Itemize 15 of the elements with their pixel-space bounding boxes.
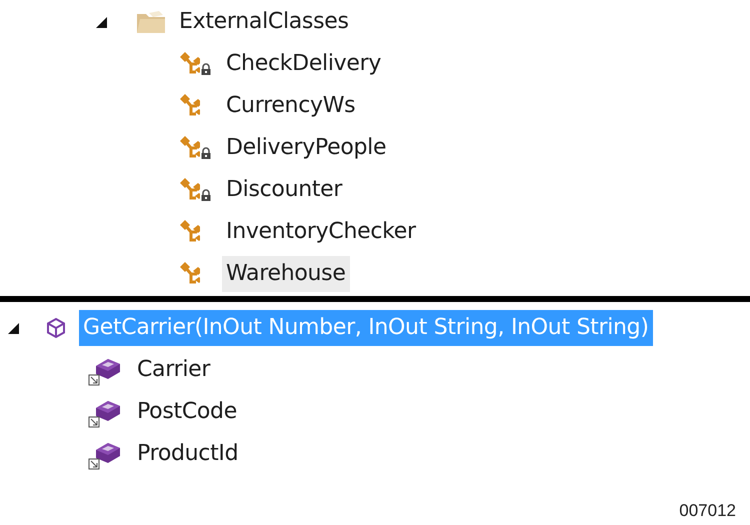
figure-number: 007012 xyxy=(679,501,736,520)
tree-item[interactable]: InventoryChecker xyxy=(222,214,420,250)
expand-arrow-icon[interactable] xyxy=(96,16,107,28)
cube-icon xyxy=(45,317,67,339)
tree-item[interactable]: Warehouse xyxy=(222,256,350,292)
tree-item[interactable]: CheckDelivery xyxy=(222,46,386,82)
tree-item[interactable]: CurrencyWs xyxy=(222,88,360,124)
tree-item[interactable]: Carrier xyxy=(133,352,214,388)
tree-item[interactable]: ExternalClasses xyxy=(175,4,353,40)
tree-item[interactable]: Discounter xyxy=(222,172,346,208)
tree-item[interactable]: PostCode xyxy=(133,394,241,430)
expand-arrow-icon[interactable] xyxy=(8,322,19,334)
tree-item[interactable]: DeliveryPeople xyxy=(222,130,390,166)
folder-icon xyxy=(135,9,167,35)
tree-item[interactable]: ProductId xyxy=(133,436,242,472)
